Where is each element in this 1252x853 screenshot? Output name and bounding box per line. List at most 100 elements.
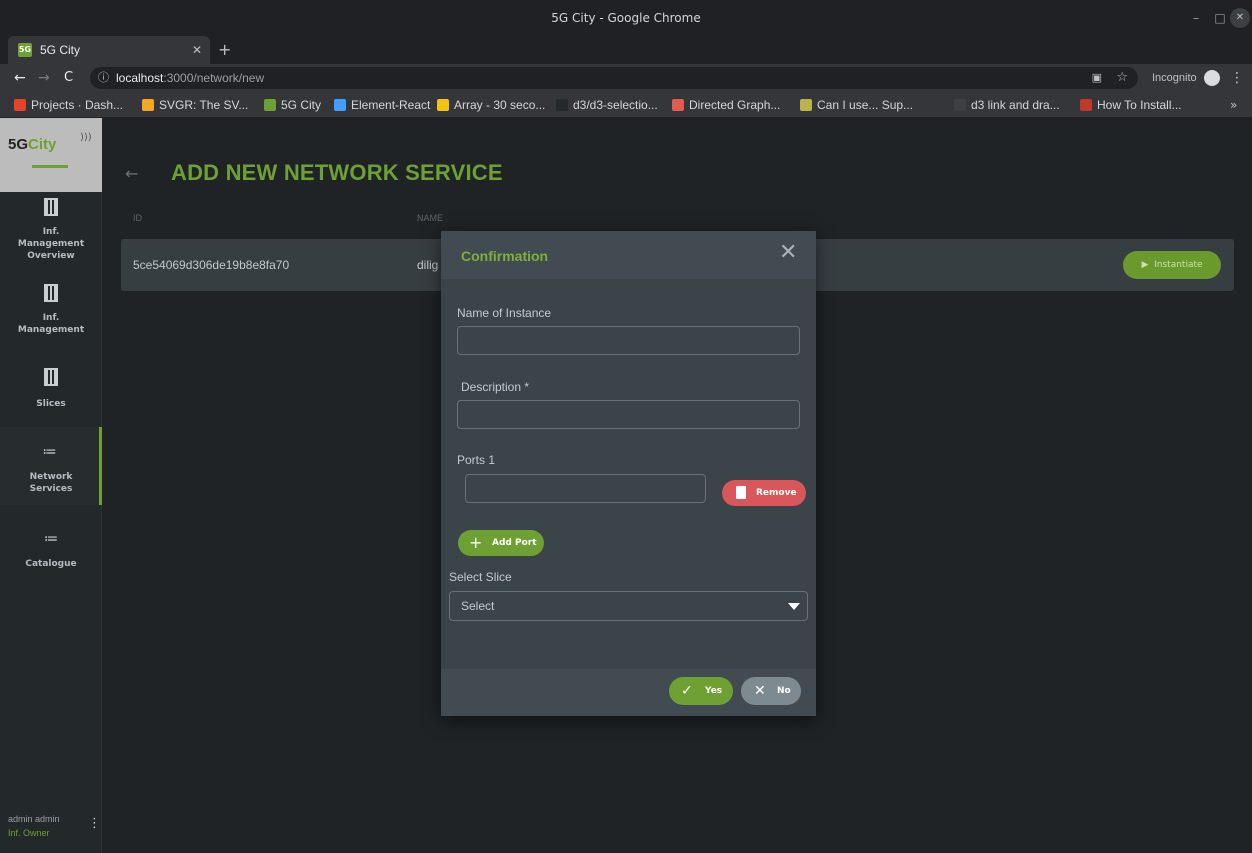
list-icon: ≔ [42,444,57,460]
select-slice-label: Select Slice [449,570,512,584]
sidebar-item-catalogue[interactable]: ≔ Catalogue [0,514,102,580]
logo-text-5g: 5G [8,136,29,153]
bookmark-item[interactable]: d3 link and dra... [954,92,1060,118]
translate-icon[interactable]: ▣ [1092,67,1102,89]
bookmark-label: Directed Graph... [689,98,781,112]
bookmark-item[interactable]: SVGR: The SV... [142,92,248,118]
tab-strip: 5G 5G City ✕ + [0,36,1252,64]
bookmark-label: How To Install... [1097,98,1182,112]
port-input[interactable] [465,474,706,503]
check-icon: ✓ [681,683,693,699]
list-icon: ≔ [44,531,58,547]
bookmark-favicon-icon [672,99,684,111]
bookmark-favicon-icon [437,99,449,111]
remove-label: Remove [756,488,797,498]
address-bar[interactable]: ⓘ localhost:3000/network/new ▣ ☆ [90,67,1138,89]
bookmark-item[interactable]: Element-React [334,92,430,118]
instance-name-label: Name of Instance [457,306,552,320]
bookmark-label: d3/d3-selectio... [573,98,658,112]
bookmark-label: Projects · Dash... [31,98,124,112]
back-arrow-icon[interactable]: ← [125,164,138,183]
page-title: ADD NEW NETWORK SERVICE [171,160,503,185]
city-skyline-icon [32,158,68,168]
bookmark-item[interactable]: Projects · Dash... [14,92,123,118]
instantiate-label: Instantiate [1154,260,1203,270]
no-button[interactable]: ✕ No [741,677,801,705]
description-input[interactable] [457,400,800,429]
bookmark-item[interactable]: How To Install... [1080,92,1181,118]
bookmark-label: Element-React [351,98,431,112]
tab-label: 5G City [40,43,81,57]
instantiate-button[interactable]: ▶ Instantiate [1123,251,1221,279]
sidebar-item-inf-management-overview[interactable]: Inf. Management Overview [0,198,102,270]
bookmark-star-icon[interactable]: ☆ [1116,67,1128,89]
no-label: No [777,686,791,696]
column-header-id: ID [133,213,142,223]
sidebar: 5GCity ))) Inf. Management Overview Inf.… [0,118,102,853]
signal-icon: ))) [80,132,92,143]
sidebar-item-label: Catalogue [25,559,77,569]
reload-icon[interactable]: C [64,64,73,92]
bookmark-favicon-icon [556,99,568,111]
forward-icon[interactable]: → [38,64,50,92]
site-info-icon[interactable]: ⓘ [98,67,109,89]
incognito-label: Incognito [1152,72,1197,84]
bookmarks-overflow-icon[interactable]: » [1230,92,1237,118]
sidebar-item-label: Slices [36,399,66,409]
trash-icon [736,486,746,499]
bookmark-favicon-icon [954,99,966,111]
dialog-title: Confirmation [461,248,549,264]
new-tab-icon[interactable]: + [218,36,231,64]
plus-icon: + [469,533,483,552]
row-name: dilig [417,258,439,272]
bookmark-label: Can I use... Sup... [817,98,914,112]
close-icon[interactable]: ✕ [779,241,797,265]
slice-select-value: Select [461,599,495,613]
sidebar-item-network-services[interactable]: ≔ Network Services [0,427,102,505]
map-icon [44,368,58,386]
remove-port-button[interactable]: Remove [722,480,806,506]
bookmark-item[interactable]: d3/d3-selectio... [556,92,658,118]
yes-button[interactable]: ✓ Yes [669,677,733,705]
add-port-label: Add Port [492,538,537,548]
sidebar-item-label: Inf. Management [17,313,85,335]
logo-text: 5GCity [8,136,56,153]
sidebar-item-slices[interactable]: Slices [0,368,102,418]
back-icon[interactable]: ← [14,64,26,92]
bookmark-label: d3 link and dra... [971,98,1060,112]
bookmark-item[interactable]: 5G City [264,92,321,118]
minimize-icon[interactable]: – [1186,8,1206,28]
user-menu-icon[interactable]: ⋮ [88,816,101,831]
tab-close-icon[interactable]: ✕ [192,36,202,64]
close-window-icon[interactable]: ✕ [1230,8,1250,28]
incognito-icon[interactable] [1204,70,1220,86]
row-id: 5ce54069d306de19b8e8fa70 [133,258,290,272]
browser-toolbar: ← → C ⓘ localhost:3000/network/new ▣ ☆ I… [0,64,1252,92]
bookmark-item[interactable]: Array - 30 seco... [437,92,545,118]
logo-text-city: City [28,136,57,153]
add-port-button[interactable]: + Add Port [458,530,544,556]
bookmark-item[interactable]: Directed Graph... [672,92,780,118]
user-panel: admin admin Inf. Owner ⋮ [0,798,102,848]
dialog-header: Confirmation ✕ [441,231,816,279]
slice-select[interactable]: Select [449,591,808,621]
maximize-icon[interactable]: □ [1210,8,1230,28]
bookmark-label: SVGR: The SV... [159,98,249,112]
bookmark-favicon-icon [800,99,812,111]
confirmation-dialog: Confirmation ✕ Name of Instance Descript… [441,231,816,716]
user-role: Inf. Owner [8,828,50,838]
instance-name-input[interactable] [457,326,800,355]
bookmark-item[interactable]: Can I use... Sup... [800,92,913,118]
caret-down-icon [788,603,800,610]
bookmark-label: 5G City [281,98,322,112]
ports-label: Ports 1 [457,453,496,467]
browser-menu-icon[interactable]: ⋮ [1230,64,1244,92]
tab-favicon-icon: 5G [18,43,32,57]
window-titlebar: 5G City - Google Chrome – □ ✕ [0,0,1252,36]
sidebar-item-inf-management[interactable]: Inf. Management [0,284,102,344]
bookmark-favicon-icon [1080,99,1092,111]
logo[interactable]: 5GCity ))) [0,118,102,192]
browser-tab[interactable]: 5G 5G City ✕ [8,36,210,64]
bookmark-favicon-icon [142,99,154,111]
sidebar-item-label: Network Services [29,472,73,494]
